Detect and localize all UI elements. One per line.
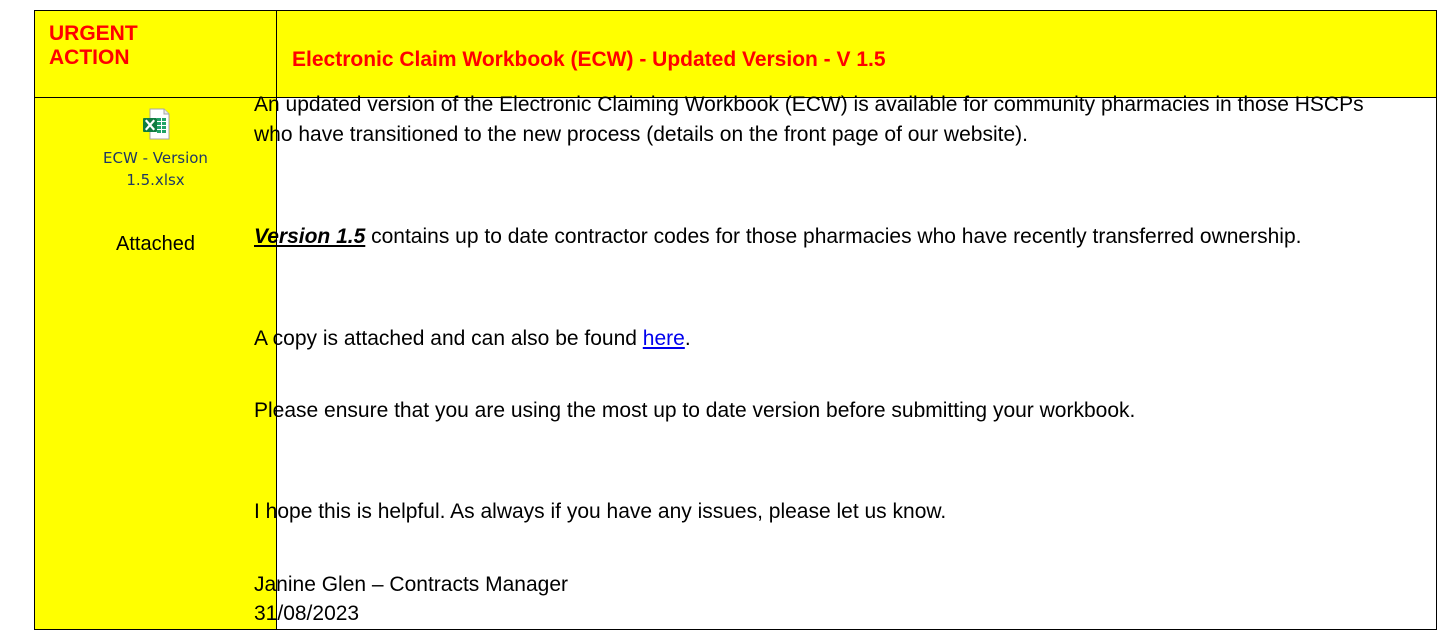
notice-date: 31/08/2023 (254, 602, 360, 625)
urgent-line-2: ACTION (49, 46, 130, 69)
excel-file-icon[interactable] (142, 108, 170, 140)
attachment-file-name-line-1[interactable]: ECW - Version (35, 148, 276, 169)
paragraph-helpful: I hope this is helpful. As always if you… (254, 500, 947, 523)
copy-period: . (684, 327, 691, 350)
notice-title: Electronic Claim Workbook (ECW) - Update… (292, 48, 886, 71)
attachment-file-name-line-2[interactable]: 1.5.xlsx (35, 170, 276, 191)
here-link[interactable]: here (643, 327, 685, 350)
version-description: contains up to date contractor codes for… (365, 225, 1302, 248)
urgent-line-1: URGENT (49, 22, 138, 45)
urgent-cell: URGENT ACTION (35, 11, 276, 97)
paragraph-copy: A copy is attached and can also be found… (254, 324, 1394, 354)
title-cell: Electronic Claim Workbook (ECW) - Update… (277, 11, 1436, 97)
version-label: Version 1.5 (254, 225, 366, 248)
paragraph-version: Version 1.5 contains up to date contract… (254, 222, 1394, 252)
signature: Janine Glen – Contracts Manager (254, 573, 569, 596)
attachment-status: Attached (116, 233, 195, 255)
urgent-label: URGENT ACTION (49, 22, 138, 70)
copy-text: A copy is attached and can also be found (254, 327, 643, 350)
attachment-cell: ECW - Version 1.5.xlsx Attached (35, 98, 276, 629)
paragraph-intro: An updated version of the Electronic Cla… (254, 93, 1364, 146)
paragraph-ensure: Please ensure that you are using the mos… (254, 399, 1136, 422)
